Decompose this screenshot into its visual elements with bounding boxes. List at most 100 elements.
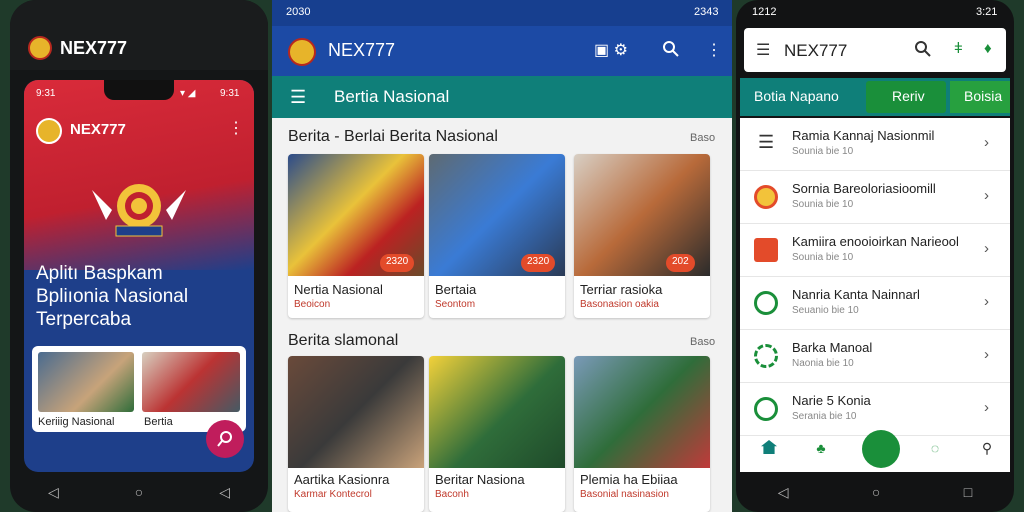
location-icon[interactable]: ⚲ [972, 440, 1002, 457]
top-app-bar: ☰ NEX777 ǂ ♦ [744, 28, 1006, 72]
section1-title: Berita - Berlai Berita Nasional [288, 128, 498, 145]
list-item-sub: Seuanio bie 10 [792, 305, 859, 316]
recents-icon[interactable]: □ [964, 484, 972, 500]
chevron-right-icon: › [984, 399, 989, 416]
news-card[interactable]: Aartika Kasionra Karmar Kontecrol [288, 356, 424, 512]
list-item[interactable]: Narie 5 Konia Serania bie 10 › [740, 383, 1010, 436]
news-title: Aartika Kasionra [294, 472, 390, 487]
recents-icon[interactable]: ◁ [219, 484, 230, 501]
status-right: 3:21 [976, 6, 998, 18]
news-source: Seontom [435, 299, 476, 310]
see-more-link[interactable]: Baso [690, 336, 715, 348]
headline-line-3: Terpercaba [36, 309, 132, 330]
home-icon[interactable] [754, 440, 784, 454]
share-icon[interactable]: ♦ [984, 40, 992, 57]
search-fab[interactable] [206, 420, 244, 458]
back-icon[interactable]: ◁ [778, 484, 789, 501]
list-item-title: Nanria Kanta Nainnarl [792, 287, 920, 302]
news-title: Plemia ha Ebiiaa [580, 472, 678, 487]
kebab-menu-icon[interactable]: ⋮ [706, 40, 722, 60]
tab-bar: Botia Napano Reriv Boisia [740, 78, 1010, 116]
globe-icon [754, 291, 778, 315]
brand-name: NEX777 [784, 41, 848, 60]
home-icon[interactable]: ○ [135, 484, 143, 500]
status-right: 9:31 [220, 88, 240, 99]
app-bar: NEX777 ▣ ⚙ ⋮ [272, 26, 732, 76]
app-logo [288, 38, 316, 66]
menu-icon: ☰ [758, 132, 775, 152]
list-item-title: Narie 5 Konia [792, 393, 871, 408]
leaf-icon[interactable]: ♣ [806, 440, 836, 456]
news-title[interactable]: Bertia [144, 416, 173, 428]
notification-icon[interactable]: ǂ [954, 40, 963, 57]
brand-name: NEX777 [60, 38, 128, 58]
signal-icon: ▾ ◢ [180, 88, 196, 99]
list-item[interactable]: ☰ Ramia Kannaj Nasionmil Sounia bie 10 › [740, 118, 1010, 171]
news-image[interactable] [142, 352, 240, 412]
see-more-link[interactable]: Baso [690, 132, 715, 144]
headline-line-1: Aplitı Baspkam [36, 263, 163, 284]
list-item[interactable]: Barka Manoal Naonia bie 10 › [740, 330, 1010, 383]
list-item-title: Ramia Kannaj Nasionmil [792, 128, 935, 143]
search-icon[interactable] [662, 40, 680, 58]
chevron-right-icon: › [984, 346, 989, 363]
system-nav: ◁ ○ ◁ [10, 478, 268, 506]
system-nav: ◁ ○ □ [736, 478, 1014, 506]
tab-2[interactable]: Reriv [866, 81, 946, 113]
emblem-icon [754, 185, 778, 209]
hamburger-menu-icon[interactable]: ☰ [756, 40, 770, 60]
hero-headline: Aplitı Baspkam Bpliıonia Nasional Terper… [36, 262, 246, 331]
section-header: ☰ Bertia Nasional [272, 76, 732, 118]
list-item-sub: Sounia bie 10 [792, 252, 854, 263]
back-icon[interactable]: ◁ [48, 484, 59, 501]
list-item-sub: Serania bie 10 [792, 411, 857, 422]
list-item[interactable]: Sornia Bareoloriasioomill Sounia bie 10 … [740, 171, 1010, 224]
home-icon[interactable]: ○ [872, 484, 880, 500]
news-card[interactable]: Beritar Nasiona Baconh [429, 356, 565, 512]
news-card[interactable]: 202 Terriar rasioka Basonasion oakia [574, 154, 710, 318]
list-item-sub: Sounia bie 10 [792, 199, 854, 210]
status-right: 2343 [694, 6, 719, 18]
search-icon[interactable] [914, 40, 932, 58]
share-icon [754, 397, 778, 421]
news-card[interactable]: 2320 Nertia Nasional Beoicon [288, 154, 424, 318]
app-brand: NEX777 [328, 40, 396, 60]
news-image[interactable] [38, 352, 134, 412]
comment-icon[interactable]: ◌ [920, 440, 950, 456]
news-cards: Keriiig Nasional Bertia [32, 346, 246, 432]
news-source: Beoicon [294, 299, 331, 310]
news-source: Basonial nasinasion [580, 489, 669, 500]
phone-screen: 9:31 9:31 ▾ ◢ NEX777 ⋮ Aplitı Baspkam Bp… [24, 80, 254, 472]
emblem-icon [92, 184, 186, 237]
news-tag: 2320 [380, 254, 415, 272]
news-title: Terriar rasioka [580, 282, 663, 297]
status-bar: 2030 2343 [272, 0, 732, 26]
list-item[interactable]: Kamiira enooioirkan Narieool Sounia bie … [740, 224, 1010, 277]
bottom-nav: ♣ ◌ ⚲ [740, 430, 1010, 472]
camera-notch [104, 80, 174, 100]
news-source: Basonasion oakia [580, 299, 659, 310]
app-brand: NEX777 [70, 121, 126, 138]
phone-right: 1212 3:21 ☰ NEX777 ǂ ♦ Botia Napano Reri… [736, 0, 1014, 512]
news-card[interactable]: 2320 Bertaia Seontom [429, 154, 565, 318]
phone-left: NEX777 9:31 9:31 ▾ ◢ NEX777 ⋮ Aplitı Bas… [10, 0, 268, 512]
chat-fab[interactable] [862, 430, 900, 468]
kebab-menu-icon[interactable]: ⋮ [228, 118, 244, 138]
tab-3[interactable]: Boisia [950, 81, 1010, 113]
news-card[interactable]: Plemia ha Ebiiaa Basonial nasinasion [574, 356, 710, 512]
tab-1[interactable]: Botia Napano [754, 88, 839, 104]
list-item-title: Barka Manoal [792, 340, 873, 355]
status-time: 9:31 [36, 88, 56, 99]
list-item-title: Kamiira enooioirkan Narieool [792, 234, 959, 249]
news-title[interactable]: Keriiig Nasional [38, 416, 114, 428]
news-title: Nertia Nasional [294, 282, 383, 297]
hamburger-menu-icon[interactable]: ☰ [290, 87, 306, 108]
news-title: Beritar Nasiona [435, 472, 525, 487]
status-time: 2030 [286, 6, 311, 18]
cast-icon[interactable]: ▣ ⚙ [594, 40, 628, 60]
news-image [288, 356, 424, 468]
chevron-right-icon: › [984, 240, 989, 257]
top-header [10, 0, 268, 70]
list-item[interactable]: Nanria Kanta Nainnarl Seuanio bie 10 › [740, 277, 1010, 330]
status-time: 1212 [752, 6, 777, 18]
